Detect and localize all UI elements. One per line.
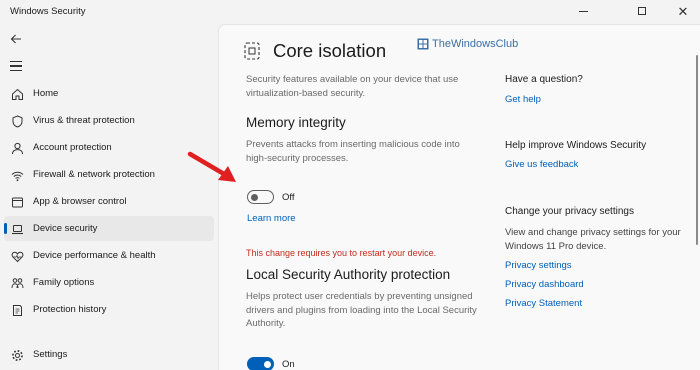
intro-description: Security features available on your devi… bbox=[246, 74, 459, 99]
sidebar-item-protection-history[interactable]: Protection history bbox=[4, 297, 214, 322]
sidebar-item-firewall-network[interactable]: Firewall & network protection bbox=[4, 162, 214, 187]
sidebar-item-app-browser-control[interactable]: App & browser control bbox=[4, 189, 214, 214]
title-bar: Windows Security ✕ bbox=[0, 0, 700, 24]
sidebar-item-family-options[interactable]: Family options bbox=[4, 270, 214, 295]
hamburger-menu-button[interactable] bbox=[10, 61, 22, 71]
lsa-protection-title: Local Security Authority protection bbox=[246, 267, 451, 282]
toggle-knob bbox=[251, 193, 258, 201]
sidebar-item-label: Firewall & network protection bbox=[33, 169, 155, 180]
annotation-arrow bbox=[187, 151, 236, 182]
home-icon bbox=[10, 87, 24, 101]
privacy-dashboard-link[interactable]: Privacy dashboard bbox=[505, 279, 584, 290]
memory-integrity-toggle-state: Off bbox=[282, 192, 295, 203]
minimize-icon bbox=[578, 10, 588, 12]
sidebar-item-device-performance-health[interactable]: Device performance & health bbox=[4, 243, 214, 268]
close-icon: ✕ bbox=[677, 3, 689, 19]
family-icon bbox=[10, 276, 24, 290]
privacy-description: View and change privacy settings for you… bbox=[505, 227, 681, 252]
window-title: Windows Security bbox=[10, 6, 86, 17]
sidebar-item-label: Device performance & health bbox=[33, 250, 156, 261]
maximize-icon bbox=[638, 7, 646, 15]
hamburger-menu-icon bbox=[10, 61, 22, 63]
selection-indicator bbox=[4, 223, 7, 234]
maximize-button[interactable] bbox=[630, 0, 654, 22]
memory-integrity-description: Prevents attacks from inserting maliciou… bbox=[246, 139, 460, 164]
sidebar-item-label: Account protection bbox=[33, 142, 112, 153]
watermark-logo-icon bbox=[417, 38, 429, 50]
toggle-knob bbox=[264, 360, 271, 368]
back-button[interactable] bbox=[10, 33, 24, 47]
get-help-link[interactable]: Get help bbox=[505, 94, 541, 105]
sidebar-item-virus-threat-protection[interactable]: Virus & threat protection bbox=[4, 108, 214, 133]
privacy-statement-link[interactable]: Privacy Statement bbox=[505, 298, 582, 309]
sidebar-item-label: Settings bbox=[33, 349, 68, 360]
watermark: TheWindowsClub bbox=[417, 38, 518, 50]
improve-heading: Help improve Windows Security bbox=[505, 140, 647, 151]
scrollbar[interactable] bbox=[696, 55, 698, 245]
heart-icon bbox=[10, 249, 24, 263]
privacy-settings-link[interactable]: Privacy settings bbox=[505, 260, 572, 271]
sidebar-item-device-security[interactable]: Device security bbox=[4, 216, 214, 241]
content-pane: Core isolation TheWindowsClub Security f… bbox=[218, 24, 700, 370]
watermark-text: TheWindowsClub bbox=[432, 38, 519, 50]
back-arrow-icon bbox=[10, 34, 21, 44]
restart-warning: This change requires you to restart your… bbox=[246, 248, 437, 258]
minimize-button[interactable] bbox=[560, 0, 606, 22]
sidebar-item-label: Protection history bbox=[33, 304, 107, 315]
sidebar-item-label: Device security bbox=[33, 223, 98, 234]
gear-icon bbox=[10, 348, 24, 362]
sidebar-item-label: App & browser control bbox=[33, 196, 127, 207]
page-title: Core isolation bbox=[273, 40, 387, 61]
sidebar-item-label: Home bbox=[33, 88, 59, 99]
sidebar: Home Virus & threat protection Account p… bbox=[0, 24, 218, 370]
lsa-protection-toggle[interactable] bbox=[247, 357, 274, 370]
hamburger-line bbox=[10, 69, 22, 71]
learn-more-link[interactable]: Learn more bbox=[247, 213, 296, 224]
privacy-heading: Change your privacy settings bbox=[505, 206, 634, 217]
memory-integrity-title: Memory integrity bbox=[246, 115, 346, 130]
laptop-icon bbox=[10, 222, 24, 236]
give-feedback-link[interactable]: Give us feedback bbox=[505, 159, 578, 170]
question-heading: Have a question? bbox=[505, 74, 583, 85]
sidebar-item-label: Family options bbox=[33, 277, 95, 288]
core-isolation-icon bbox=[244, 42, 260, 60]
app-browser-icon bbox=[10, 195, 24, 209]
sidebar-item-settings[interactable]: Settings bbox=[4, 342, 214, 367]
lsa-protection-toggle-state: On bbox=[282, 359, 295, 370]
hamburger-line bbox=[10, 65, 22, 67]
sidebar-item-label: Virus & threat protection bbox=[33, 115, 135, 126]
wifi-icon bbox=[10, 168, 24, 182]
lsa-protection-description: Helps protect user credentials by preven… bbox=[246, 291, 477, 329]
sidebar-item-account-protection[interactable]: Account protection bbox=[4, 135, 214, 160]
person-icon bbox=[10, 141, 24, 155]
shield-icon bbox=[10, 114, 24, 128]
close-button[interactable]: ✕ bbox=[668, 0, 698, 22]
memory-integrity-toggle[interactable] bbox=[247, 190, 274, 204]
history-icon bbox=[10, 303, 24, 317]
sidebar-item-home[interactable]: Home bbox=[4, 81, 214, 106]
